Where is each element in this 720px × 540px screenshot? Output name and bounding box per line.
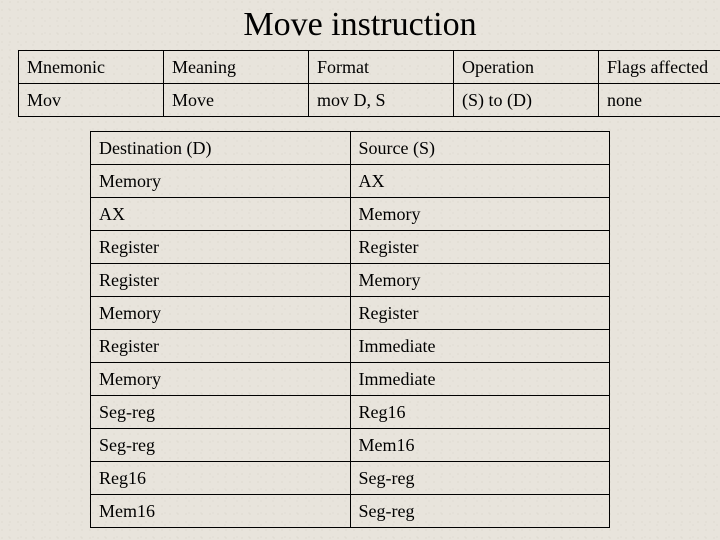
data-cell: AX — [350, 165, 610, 198]
data-cell: Reg16 — [91, 462, 351, 495]
table-row: Memory Immediate — [91, 363, 610, 396]
data-cell: Memory — [91, 363, 351, 396]
table-row: Seg-reg Mem16 — [91, 429, 610, 462]
data-cell: Register — [350, 297, 610, 330]
data-cell: Seg-reg — [350, 462, 610, 495]
data-cell: Move — [164, 84, 309, 117]
data-cell: Seg-reg — [91, 396, 351, 429]
table-row: Register Immediate — [91, 330, 610, 363]
header-cell: Meaning — [164, 51, 309, 84]
table-row: Mov Move mov D, S (S) to (D) none — [19, 84, 720, 117]
data-cell: Memory — [350, 198, 610, 231]
data-cell: Reg16 — [350, 396, 610, 429]
data-cell: Mem16 — [91, 495, 351, 528]
header-cell: Flags affected — [599, 51, 720, 84]
data-cell: Register — [91, 231, 351, 264]
table-row: Register Register — [91, 231, 610, 264]
data-cell: Register — [350, 231, 610, 264]
data-cell: Immediate — [350, 330, 610, 363]
operand-table: Destination (D) Source (S) Memory AX AX … — [90, 131, 610, 528]
data-cell: none — [599, 84, 720, 117]
data-cell: Mem16 — [350, 429, 610, 462]
data-cell: Register — [91, 264, 351, 297]
table-row: Memory AX — [91, 165, 610, 198]
header-cell: Source (S) — [350, 132, 610, 165]
table-row: Mem16 Seg-reg — [91, 495, 610, 528]
data-cell: (S) to (D) — [454, 84, 599, 117]
table-row: Seg-reg Reg16 — [91, 396, 610, 429]
table-row: Destination (D) Source (S) — [91, 132, 610, 165]
data-cell: Memory — [350, 264, 610, 297]
table-row: Register Memory — [91, 264, 610, 297]
table-row: Reg16 Seg-reg — [91, 462, 610, 495]
header-cell: Mnemonic — [19, 51, 164, 84]
instruction-table: Mnemonic Meaning Format Operation Flags … — [18, 50, 720, 117]
header-cell: Operation — [454, 51, 599, 84]
data-cell: Register — [91, 330, 351, 363]
page-title: Move instruction — [0, 0, 720, 50]
data-cell: AX — [91, 198, 351, 231]
data-cell: Seg-reg — [91, 429, 351, 462]
data-cell: mov D, S — [309, 84, 454, 117]
table-row: Mnemonic Meaning Format Operation Flags … — [19, 51, 720, 84]
header-cell: Format — [309, 51, 454, 84]
table-row: Memory Register — [91, 297, 610, 330]
header-cell: Destination (D) — [91, 132, 351, 165]
data-cell: Seg-reg — [350, 495, 610, 528]
data-cell: Immediate — [350, 363, 610, 396]
table-row: AX Memory — [91, 198, 610, 231]
data-cell: Memory — [91, 165, 351, 198]
data-cell: Mov — [19, 84, 164, 117]
data-cell: Memory — [91, 297, 351, 330]
